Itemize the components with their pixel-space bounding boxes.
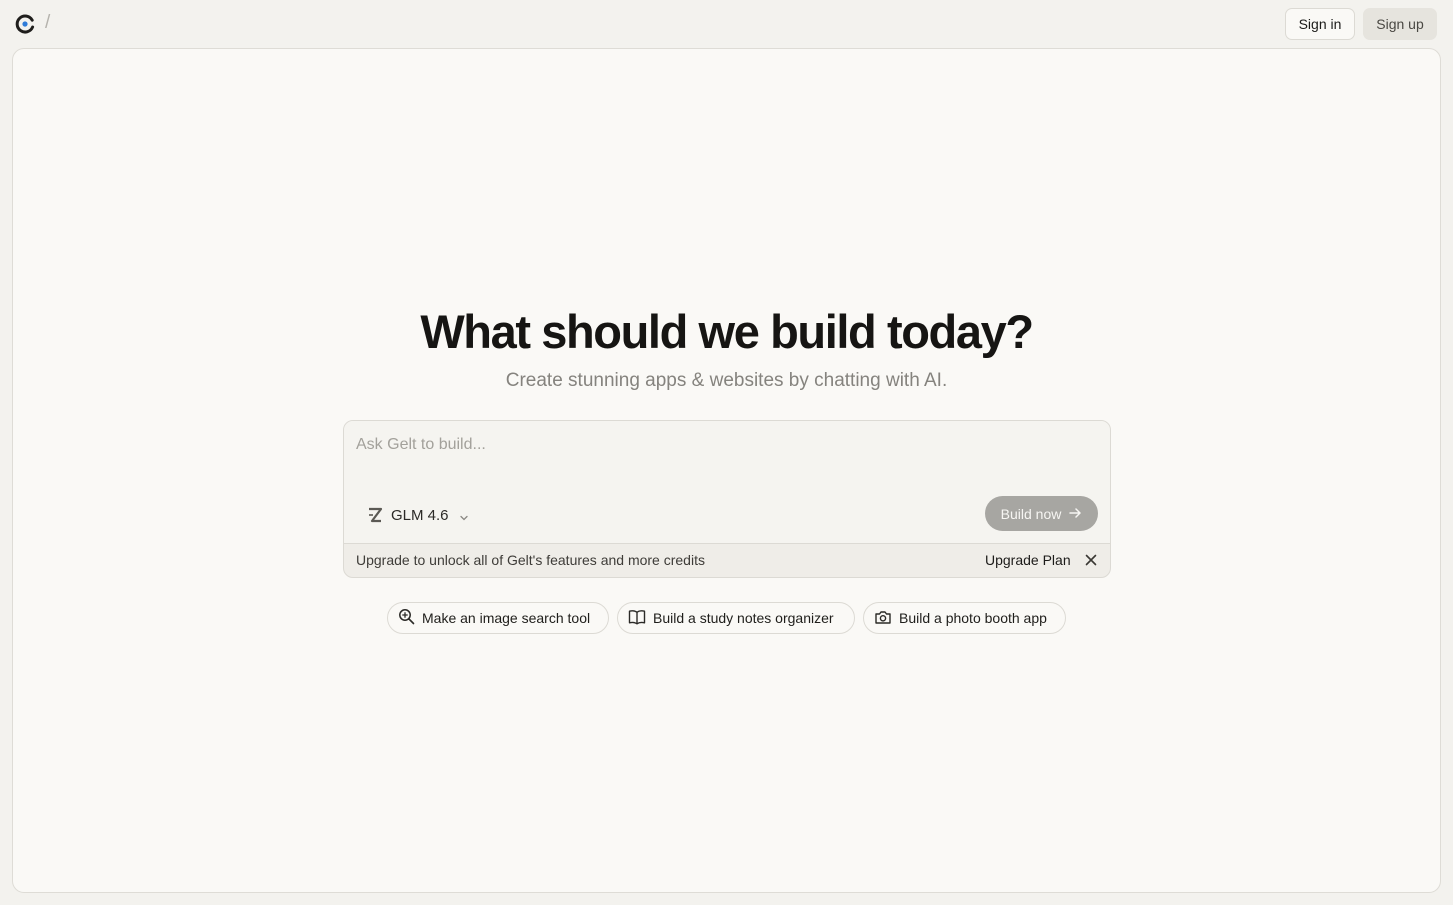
camera-icon bbox=[874, 609, 892, 628]
top-bar: / Sign in Sign up bbox=[0, 0, 1453, 48]
suggestion-chip-image-search[interactable]: Make an image search tool bbox=[387, 602, 609, 634]
build-now-label: Build now bbox=[1000, 505, 1062, 522]
sign-in-button[interactable]: Sign in bbox=[1285, 8, 1355, 40]
prompt-input[interactable] bbox=[344, 421, 1110, 481]
composer-input-area: GLM 4.6 Build now bbox=[344, 421, 1110, 544]
gelt-logo-icon[interactable] bbox=[15, 14, 35, 34]
suggestion-chip-study-notes[interactable]: Build a study notes organizer bbox=[617, 602, 855, 634]
prompt-composer: GLM 4.6 Build now Upgrade to unlock all … bbox=[343, 420, 1111, 578]
page-subtitle: Create stunning apps & websites by chatt… bbox=[505, 370, 948, 391]
arrow-right-icon bbox=[1069, 506, 1082, 522]
upgrade-plan-link[interactable]: Upgrade Plan bbox=[985, 552, 1071, 568]
sign-up-button[interactable]: Sign up bbox=[1363, 8, 1437, 40]
zoom-search-icon bbox=[398, 608, 415, 628]
page-title: What should we build today? bbox=[420, 305, 1034, 358]
suggestion-chip-photo-booth[interactable]: Build a photo booth app bbox=[863, 602, 1066, 634]
chevron-down-icon bbox=[459, 510, 469, 521]
breadcrumb-separator: / bbox=[45, 12, 51, 33]
open-book-icon bbox=[628, 609, 646, 628]
suggestion-label: Make an image search tool bbox=[422, 610, 591, 626]
model-selector[interactable]: GLM 4.6 bbox=[366, 504, 469, 526]
upgrade-banner-text: Upgrade to unlock all of Gelt's features… bbox=[356, 552, 705, 568]
close-icon[interactable] bbox=[1083, 552, 1099, 568]
model-label: GLM 4.6 bbox=[391, 506, 449, 524]
zhipu-z-icon bbox=[366, 506, 384, 524]
build-now-button[interactable]: Build now bbox=[985, 496, 1098, 531]
suggestion-label: Build a study notes organizer bbox=[653, 610, 834, 626]
suggestion-label: Build a photo booth app bbox=[899, 610, 1047, 626]
